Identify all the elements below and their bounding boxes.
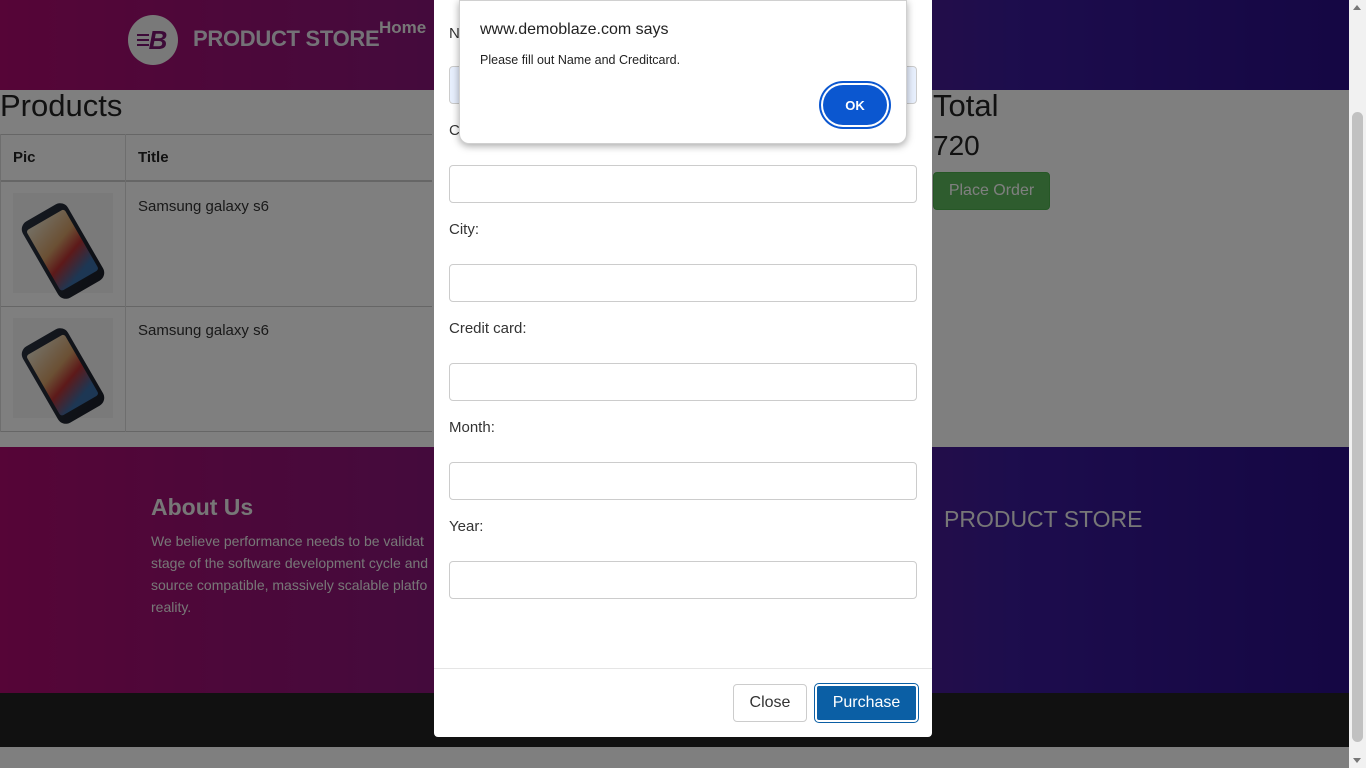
alert-title: www.demoblaze.com says <box>480 21 669 38</box>
city-label: City: <box>449 221 479 238</box>
close-button[interactable]: Close <box>733 684 807 722</box>
country-input[interactable] <box>449 165 917 203</box>
month-input[interactable] <box>449 462 917 500</box>
city-input[interactable] <box>449 264 917 302</box>
credit-card-input[interactable] <box>449 363 917 401</box>
year-input[interactable] <box>449 561 917 599</box>
modal-footer <box>434 668 932 669</box>
purchase-button[interactable]: Purchase <box>814 683 919 723</box>
browser-alert-dialog: www.demoblaze.com says Please fill out N… <box>459 0 907 144</box>
scroll-thumb[interactable] <box>1352 112 1363 742</box>
credit-card-label: Credit card: <box>449 320 527 337</box>
scroll-up-icon[interactable] <box>1353 5 1361 10</box>
month-label: Month: <box>449 419 495 436</box>
year-label: Year: <box>449 518 484 535</box>
alert-message: Please fill out Name and Creditcard. <box>480 53 681 67</box>
page-scrollbar[interactable] <box>1349 0 1366 768</box>
alert-ok-button[interactable]: OK <box>823 85 887 125</box>
scroll-down-icon[interactable] <box>1353 758 1361 763</box>
